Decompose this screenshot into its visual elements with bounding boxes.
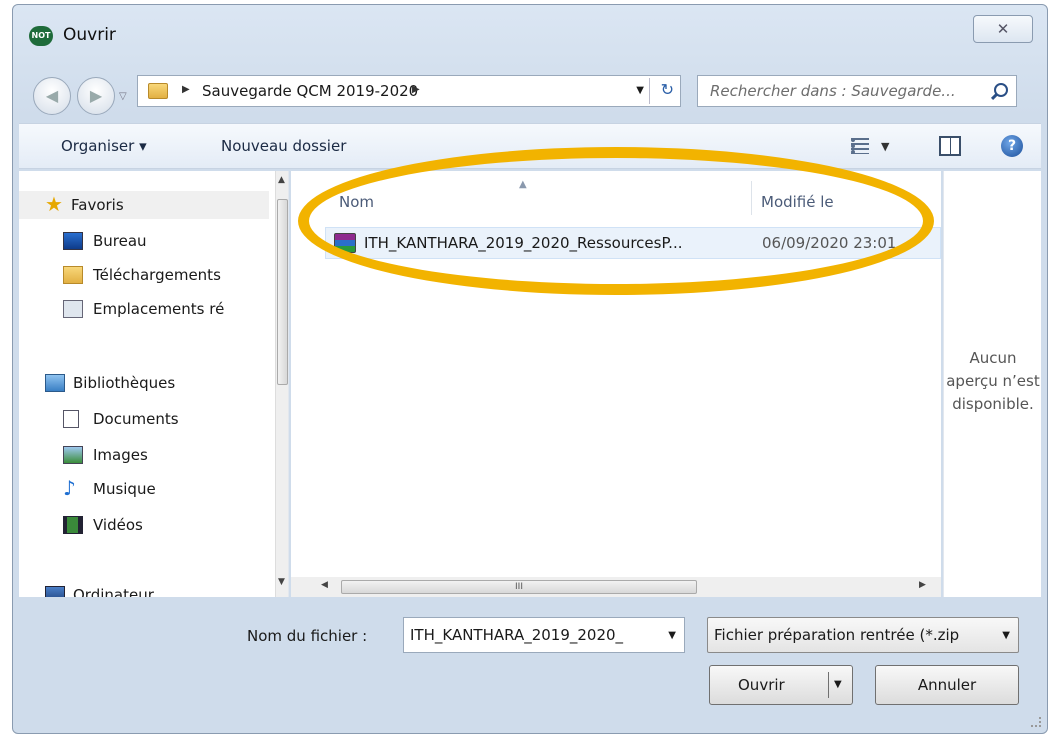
nav-item-label: Emplacements ré (93, 300, 225, 318)
folder-icon (148, 83, 168, 99)
scrollbar-thumb[interactable]: III (341, 580, 697, 594)
nav-item-telechargements[interactable]: Téléchargements (19, 261, 269, 289)
nav-item-bureau[interactable]: Bureau (19, 227, 269, 255)
nav-item-musique[interactable]: ♪ Musique (19, 475, 269, 503)
address-separator (649, 78, 650, 104)
filename-value: ITH_KANTHARA_2019_2020_ (410, 626, 624, 644)
nav-item-label: Téléchargements (93, 266, 221, 284)
file-row[interactable]: ITH_KANTHARA_2019_2020_RessourcesP... 06… (325, 227, 941, 259)
breadcrumb-arrow-icon[interactable]: ▶ (412, 84, 420, 95)
view-options-dropdown-icon[interactable]: ▼ (881, 140, 889, 153)
breadcrumb-arrow-icon[interactable]: ▶ (182, 84, 190, 95)
file-type-dropdown-icon[interactable]: ▼ (1002, 630, 1010, 641)
file-type-filter-value: Fichier préparation rentrée (*.zip (714, 626, 960, 644)
cancel-button[interactable]: Annuler (875, 665, 1019, 705)
organise-menu-button[interactable]: Organiser ▾ (61, 137, 147, 155)
search-icon[interactable] (994, 83, 1008, 97)
column-header-date[interactable]: Modifié le (761, 193, 834, 211)
nav-item-videos[interactable]: Vidéos (19, 511, 269, 539)
refresh-icon[interactable]: ↻ (661, 80, 674, 99)
column-header-name[interactable]: Nom (339, 193, 374, 211)
open-file-dialog: NOT Ouvrir ✕ ◀ ▶ ▽ ▶ Sauvegarde QCM 2019… (12, 4, 1048, 734)
star-icon: ★ (45, 192, 63, 216)
open-options-dropdown-icon[interactable]: ▼ (834, 679, 842, 690)
sort-indicator-icon: ▲ (519, 179, 527, 190)
nav-item-bibliotheques[interactable]: Bibliothèques (19, 369, 269, 397)
help-icon[interactable]: ? (1001, 135, 1023, 157)
desktop-icon (63, 232, 83, 250)
images-icon (63, 446, 83, 464)
recent-places-icon (63, 300, 83, 318)
title-bar[interactable]: NOT Ouvrir ✕ (13, 5, 1047, 57)
file-name: ITH_KANTHARA_2019_2020_RessourcesP... (364, 234, 683, 252)
search-input[interactable]: Rechercher dans : Sauvegarde... (697, 75, 1017, 107)
nav-item-label: Bibliothèques (73, 374, 176, 392)
preview-pane-toggle-icon[interactable] (939, 136, 961, 156)
videos-icon (63, 516, 83, 534)
split-button-separator (828, 672, 829, 698)
nav-item-label: Documents (93, 410, 179, 428)
scroll-left-icon[interactable]: ◀ (321, 580, 328, 590)
nav-item-images[interactable]: Images (19, 441, 269, 469)
computer-icon (45, 586, 65, 597)
music-icon: ♪ (63, 476, 76, 500)
file-modified-date: 06/09/2020 23:01 (762, 234, 897, 252)
column-separator[interactable] (751, 181, 752, 215)
nav-item-label: Images (93, 446, 148, 464)
nav-item-documents[interactable]: Documents (19, 405, 269, 433)
nav-item-label: Favoris (71, 196, 124, 214)
navigation-scrollbar[interactable]: ▲ ▼ (275, 171, 288, 597)
scrollbar-thumb[interactable] (277, 199, 288, 385)
forward-button[interactable]: ▶ (77, 77, 115, 115)
nav-item-ordinateur[interactable]: Ordinateur (19, 581, 269, 597)
nav-item-label: Ordinateur (73, 586, 154, 597)
scroll-up-icon[interactable]: ▲ (278, 175, 285, 185)
change-view-icon[interactable] (851, 138, 869, 154)
file-list: ▲ Nom Modifié le ITH_KANTHARA_2019_2020_… (291, 171, 941, 597)
dialog-title: Ouvrir (63, 25, 116, 45)
file-list-horizontal-scrollbar[interactable]: ◀ III ▶ (291, 577, 941, 597)
nav-item-favoris[interactable]: ★ Favoris (19, 191, 269, 219)
nav-item-label: Vidéos (93, 516, 143, 534)
preview-pane: Aucun aperçu n’est disponible. (943, 171, 1041, 597)
filename-dropdown-icon[interactable]: ▼ (668, 630, 676, 641)
filename-label: Nom du fichier : (247, 627, 368, 645)
back-button[interactable]: ◀ (33, 77, 71, 115)
filename-input[interactable]: ITH_KANTHARA_2019_2020_ ▼ (403, 617, 685, 653)
documents-icon (63, 410, 79, 428)
preview-unavailable-message: Aucun aperçu n’est disponible. (946, 349, 1040, 413)
new-folder-button[interactable]: Nouveau dossier (221, 137, 346, 155)
close-button[interactable]: ✕ (973, 15, 1033, 43)
resize-grip-icon[interactable] (1031, 717, 1041, 727)
search-placeholder: Rechercher dans : Sauvegarde... (710, 82, 956, 100)
address-dropdown-icon[interactable]: ▼ (636, 85, 644, 96)
file-type-filter-select[interactable]: Fichier préparation rentrée (*.zip ▼ (707, 617, 1019, 653)
app-badge-icon: NOT (29, 26, 53, 46)
nav-item-label: Musique (93, 480, 156, 498)
open-button-label: Ouvrir (738, 676, 785, 694)
toolbar: Organiser ▾ Nouveau dossier ▼ ? (19, 123, 1041, 169)
scroll-down-icon[interactable]: ▼ (278, 577, 285, 587)
downloads-folder-icon (63, 266, 83, 284)
winrar-archive-icon (334, 233, 356, 253)
nav-item-label: Bureau (93, 232, 147, 250)
nav-item-emplacements-recents[interactable]: Emplacements ré (19, 295, 269, 323)
open-button[interactable]: Ouvrir ▼ (709, 665, 853, 705)
breadcrumb-current-folder[interactable]: Sauvegarde QCM 2019-2020 (202, 82, 418, 100)
address-bar[interactable]: ▶ Sauvegarde QCM 2019-2020 ▶ ▼ ↻ (137, 75, 681, 107)
scroll-right-icon[interactable]: ▶ (919, 580, 926, 590)
libraries-icon (45, 374, 65, 392)
recent-locations-dropdown-icon[interactable]: ▽ (119, 91, 127, 102)
navigation-pane: ★ Favoris Bureau Téléchargements Emplace… (19, 171, 289, 597)
